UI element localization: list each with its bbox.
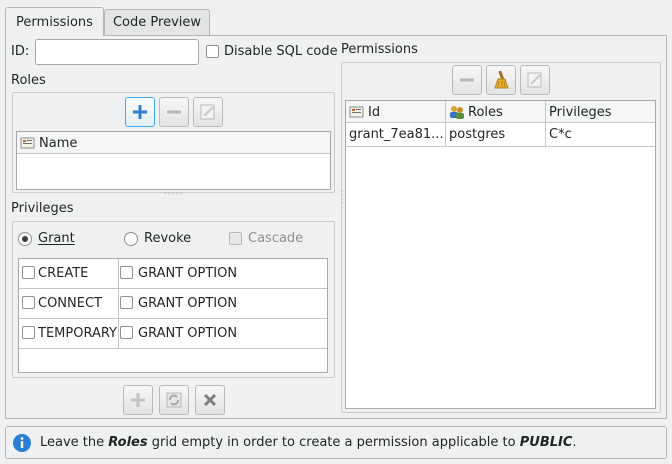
id-input[interactable] [35, 39, 199, 65]
column-icon [349, 106, 364, 118]
info-text-middle: grid empty in order to create a permissi… [147, 435, 520, 450]
privileges-table: CREATE GRANT OPTION CONNECT GRANT OPTION… [18, 258, 328, 373]
close-icon [203, 393, 217, 407]
privilege-row-connect: CONNECT GRANT OPTION [19, 289, 327, 319]
info-icon [13, 434, 31, 452]
info-text-public: PUBLIC [519, 435, 573, 450]
roles-name-column-header[interactable]: Name [17, 132, 330, 154]
horizontal-splitter[interactable]: ····· [164, 190, 183, 200]
tab-code-preview-label: Code Preview [112, 15, 202, 30]
edit-icon [200, 104, 215, 120]
temporary-grant-option-label: GRANT OPTION [138, 326, 238, 341]
roles-grid[interactable]: Name [16, 131, 331, 190]
info-text-roles: Roles [108, 435, 148, 450]
temporary-label: TEMPORARY [38, 326, 117, 341]
roles-icon [450, 106, 464, 119]
info-text-end: . [572, 435, 577, 450]
cell-roles-value: postgres [449, 127, 506, 142]
cascade-label: Cascade [248, 231, 304, 246]
cancel-button[interactable] [195, 385, 225, 415]
update-permission-button[interactable] [159, 385, 189, 415]
cell-privileges-value: C*c [549, 127, 572, 142]
roles-grid-header: Name [17, 132, 330, 154]
edit-icon [527, 72, 542, 88]
disable-sql-checkbox[interactable] [206, 45, 219, 58]
cell-id-value: grant_7ea81... [349, 127, 444, 142]
connect-grant-option-label: GRANT OPTION [138, 296, 238, 311]
roles-name-column-label: Name [39, 135, 78, 151]
privileges-column-label: Privileges [549, 104, 612, 120]
table-cell-roles[interactable]: postgres [446, 123, 546, 146]
privileges-column-header[interactable]: Privileges [546, 101, 655, 123]
grant-label: Grant [38, 231, 75, 246]
privilege-row-create: CREATE GRANT OPTION [19, 259, 327, 289]
clear-permissions-button[interactable] [486, 65, 516, 95]
info-text: Leave the Roles grid empty in order to c… [40, 435, 577, 450]
minus-icon [460, 78, 474, 82]
temporary-grant-option-checkbox[interactable] [120, 326, 133, 339]
edit-permission-button[interactable] [520, 65, 550, 95]
remove-role-button[interactable] [159, 97, 189, 127]
create-checkbox[interactable] [22, 266, 35, 279]
add-role-button[interactable] [125, 97, 155, 127]
tab-code-preview[interactable]: Code Preview [104, 9, 210, 35]
info-text-before: Leave the [40, 435, 109, 450]
info-bar: Leave the Roles grid empty in order to c… [5, 426, 667, 459]
permissions-label: Permissions [341, 42, 418, 57]
id-label: ID: [11, 44, 30, 59]
table-cell-privileges[interactable]: C*c [546, 123, 655, 146]
create-grant-option-checkbox[interactable] [120, 266, 133, 279]
revoke-radio[interactable] [124, 232, 138, 246]
plus-icon [131, 393, 145, 407]
cascade-checkbox[interactable] [229, 232, 242, 245]
temporary-checkbox[interactable] [22, 326, 35, 339]
roles-column-label: Roles [468, 104, 503, 120]
table-cell-id[interactable]: grant_7ea81... [346, 123, 446, 146]
permissions-grid-header: Id Roles Privileges [346, 101, 655, 123]
remove-permission-button[interactable] [452, 65, 482, 95]
roles-column-header[interactable]: Roles [446, 101, 546, 123]
grant-radio[interactable] [18, 232, 32, 246]
table-row[interactable]: grant_7ea81... postgres C*c [346, 123, 655, 147]
grant-radio-dot [22, 236, 28, 242]
add-permission-button[interactable] [123, 385, 153, 415]
connect-label: CONNECT [38, 296, 102, 311]
revoke-label: Revoke [144, 231, 192, 246]
column-icon [20, 137, 35, 149]
disable-sql-label: Disable SQL code [224, 44, 338, 59]
roles-label: Roles [11, 73, 46, 88]
privileges-label: Privileges [11, 201, 74, 216]
connect-grant-option-checkbox[interactable] [120, 296, 133, 309]
plus-icon [133, 105, 147, 119]
minus-icon [167, 110, 181, 114]
connect-checkbox[interactable] [22, 296, 35, 309]
tab-permissions-label: Permissions [16, 14, 93, 30]
permissions-grid[interactable]: Id Roles Privileges grant_7ea81... postg… [345, 100, 656, 409]
id-column-label: Id [368, 104, 381, 120]
tab-permissions[interactable]: Permissions [5, 7, 104, 36]
create-label: CREATE [38, 266, 89, 281]
create-grant-option-label: GRANT OPTION [138, 266, 238, 281]
id-column-header[interactable]: Id [346, 101, 446, 123]
privilege-row-temporary: TEMPORARY GRANT OPTION [19, 319, 327, 349]
broom-icon [494, 70, 509, 89]
edit-role-button[interactable] [193, 97, 223, 127]
refresh-icon [166, 392, 182, 408]
